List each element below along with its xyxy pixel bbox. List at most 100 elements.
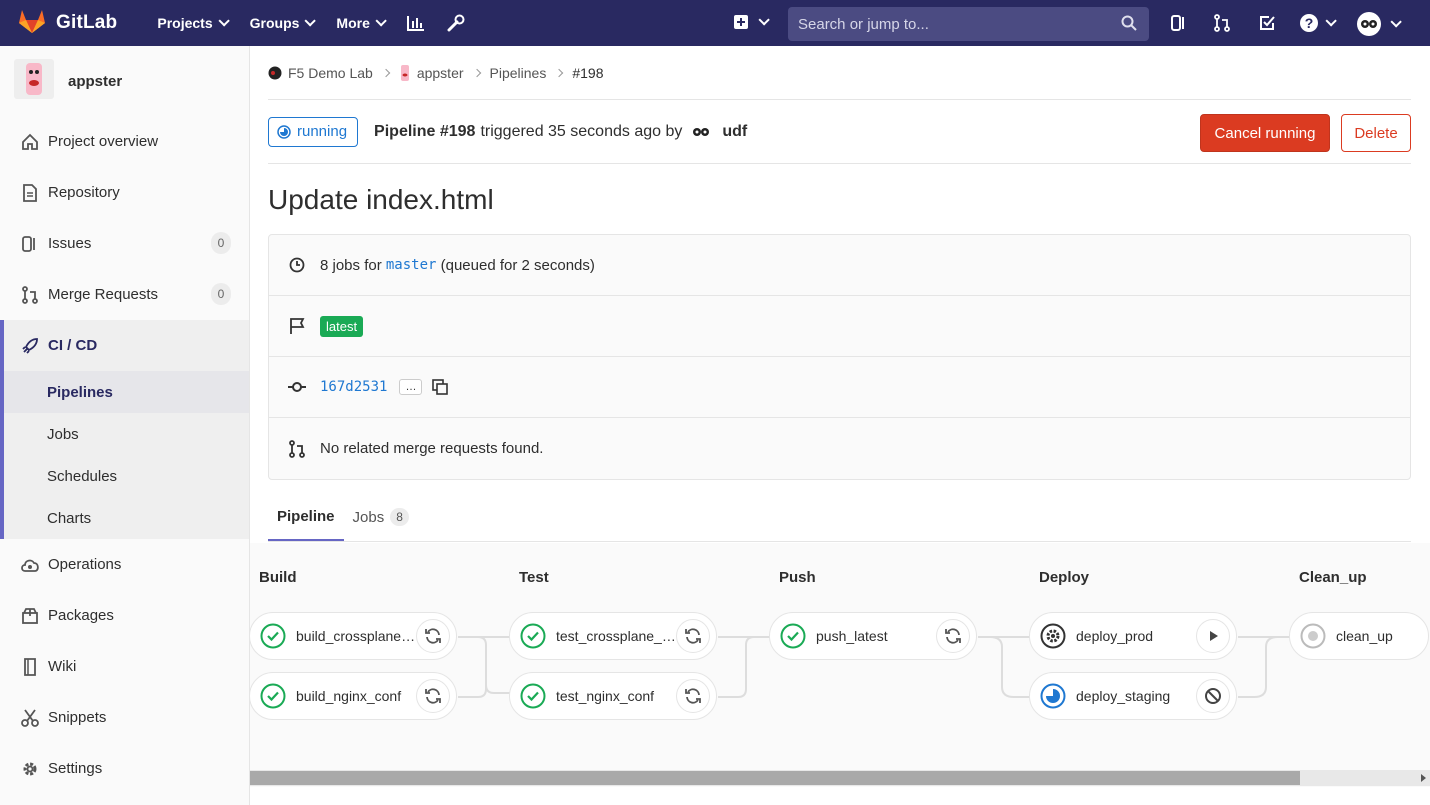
job-push_latest[interactable]: push_latest bbox=[769, 612, 977, 660]
nav-more[interactable]: More bbox=[336, 14, 387, 32]
sidebar-subitem-pipelines[interactable]: Pipelines bbox=[4, 371, 249, 413]
merge-request-icon bbox=[287, 439, 307, 458]
job-name: build_crossplane_conf bbox=[296, 628, 418, 644]
sidebar-item-cicd[interactable]: CI / CD bbox=[4, 320, 249, 371]
status-running-icon bbox=[277, 124, 291, 139]
new-item-dropdown[interactable] bbox=[733, 14, 770, 30]
connector-deploy-cleanup bbox=[1238, 636, 1290, 698]
project-header[interactable]: appster bbox=[0, 46, 249, 116]
merge-request-nav-icon[interactable] bbox=[1213, 14, 1231, 32]
wrench-icon[interactable] bbox=[447, 14, 465, 32]
project-avatar bbox=[14, 59, 54, 103]
sidebar-item-wiki[interactable]: Wiki bbox=[0, 641, 249, 692]
tab-jobs[interactable]: Jobs 8 bbox=[344, 493, 418, 541]
user-menu[interactable] bbox=[1356, 11, 1402, 37]
project-sidebar: appster Project overview Repository Issu… bbox=[0, 46, 250, 805]
help-dropdown[interactable]: ? bbox=[1299, 13, 1337, 33]
tab-pipeline[interactable]: Pipeline bbox=[268, 493, 344, 541]
breadcrumb-pipeline-id[interactable]: #198 bbox=[572, 65, 603, 81]
breadcrumb-project[interactable]: appster bbox=[399, 64, 464, 81]
job-test_nginx_conf[interactable]: test_nginx_conf bbox=[509, 672, 717, 720]
delete-button[interactable]: Delete bbox=[1341, 114, 1411, 152]
job-test_crossplane_nginx[interactable]: test_crossplane_nginx bbox=[509, 612, 717, 660]
breadcrumb-group-label: F5 Demo Lab bbox=[288, 64, 373, 81]
tab-pipeline-label: Pipeline bbox=[277, 507, 335, 525]
sidebar-item-issues[interactable]: Issues 0 bbox=[0, 218, 249, 269]
sidebar-item-operations[interactable]: Operations bbox=[0, 539, 249, 590]
search-box[interactable] bbox=[788, 7, 1149, 41]
connector-push-deploy bbox=[978, 636, 1030, 698]
commit-icon bbox=[287, 381, 307, 393]
job-name: deploy_prod bbox=[1076, 628, 1154, 644]
status-created-icon bbox=[1300, 623, 1326, 649]
stage-connectors bbox=[458, 636, 1290, 698]
status-running-icon bbox=[1040, 683, 1066, 709]
pipeline-user-link[interactable]: udf bbox=[722, 123, 747, 141]
package-icon bbox=[20, 607, 40, 625]
branch-link[interactable]: master bbox=[386, 257, 437, 273]
commit-message-toggle[interactable]: … bbox=[399, 379, 423, 395]
breadcrumb-group[interactable]: F5 Demo Lab bbox=[268, 65, 373, 81]
breadcrumb-pipelines[interactable]: Pipelines bbox=[490, 65, 547, 81]
todo-checkbox-icon[interactable] bbox=[1258, 14, 1276, 32]
breadcrumb-project-label: appster bbox=[416, 64, 464, 81]
cancel-running-button[interactable]: Cancel running bbox=[1200, 114, 1330, 152]
stage-title: Build bbox=[259, 569, 297, 586]
sidebar-item-label: CI / CD bbox=[48, 337, 98, 354]
copy-icon[interactable] bbox=[432, 379, 449, 395]
job-deploy_staging[interactable]: deploy_staging bbox=[1029, 672, 1237, 720]
chevron-right-icon bbox=[472, 68, 481, 77]
sidebar-subitem-jobs[interactable]: Jobs bbox=[4, 413, 249, 455]
search-input[interactable] bbox=[798, 15, 1108, 33]
sidebar-section-cicd: CI / CD Pipelines Jobs Schedules Charts bbox=[0, 320, 249, 539]
retry-icon[interactable] bbox=[416, 679, 450, 713]
sidebar-item-merge-requests[interactable]: Merge Requests 0 bbox=[0, 269, 249, 320]
job-build_nginx_conf[interactable]: build_nginx_conf bbox=[250, 672, 457, 720]
nav-projects[interactable]: Projects bbox=[157, 14, 230, 32]
activity-chart-icon[interactable] bbox=[406, 14, 425, 32]
job-build_crossplane_conf[interactable]: build_crossplane_conf bbox=[250, 612, 457, 660]
retry-icon[interactable] bbox=[416, 619, 450, 653]
stage-title: Clean_up bbox=[1299, 569, 1367, 586]
scissors-icon bbox=[20, 708, 40, 727]
sidebar-item-snippets[interactable]: Snippets bbox=[0, 692, 249, 743]
commit-sha-link[interactable]: 167d2531 bbox=[320, 379, 387, 395]
gitlab-brand[interactable]: GitLab bbox=[18, 8, 117, 38]
play-icon[interactable] bbox=[1196, 619, 1230, 653]
retry-icon[interactable] bbox=[676, 679, 710, 713]
job-clean_up[interactable]: clean_up bbox=[1289, 612, 1429, 660]
scrollbar-thumb[interactable] bbox=[250, 771, 1300, 785]
page-title: Update index.html bbox=[268, 184, 494, 215]
sidebar-item-repository[interactable]: Repository bbox=[0, 167, 249, 218]
sidebar-subitem-schedules[interactable]: Schedules bbox=[4, 455, 249, 497]
retry-icon[interactable] bbox=[676, 619, 710, 653]
nav-groups[interactable]: Groups bbox=[250, 14, 317, 32]
retry-icon[interactable] bbox=[936, 619, 970, 653]
chevron-down-icon bbox=[758, 14, 770, 26]
rocket-icon bbox=[20, 337, 40, 355]
top-navbar: GitLab Projects Groups More ? bbox=[0, 0, 1430, 46]
scroll-right-arrow-icon[interactable] bbox=[1421, 774, 1426, 782]
cloud-gear-icon bbox=[20, 557, 40, 573]
sidebar-item-label: Operations bbox=[48, 556, 122, 573]
horizontal-scrollbar[interactable] bbox=[250, 770, 1430, 786]
stage-title: Deploy bbox=[1039, 569, 1090, 586]
search-icon[interactable] bbox=[1121, 15, 1137, 35]
job-deploy_prod[interactable]: deploy_prod bbox=[1029, 612, 1237, 660]
book-icon bbox=[20, 657, 40, 676]
status-badge[interactable]: running bbox=[268, 116, 359, 147]
sidebar-item-packages[interactable]: Packages bbox=[0, 590, 249, 641]
home-icon bbox=[20, 133, 40, 151]
issues-nav-icon[interactable] bbox=[1170, 14, 1188, 32]
clock-icon bbox=[287, 257, 307, 273]
sidebar-item-project-overview[interactable]: Project overview bbox=[0, 116, 249, 167]
latest-badge: latest bbox=[320, 315, 364, 337]
cancel-icon[interactable] bbox=[1196, 679, 1230, 713]
job-name: test_crossplane_nginx bbox=[556, 628, 678, 644]
stage-title: Push bbox=[779, 569, 816, 586]
sidebar-item-settings[interactable]: Settings bbox=[0, 743, 249, 794]
status-success-icon bbox=[520, 623, 546, 649]
job-name: push_latest bbox=[816, 628, 888, 644]
sidebar-item-label: Issues bbox=[48, 235, 92, 252]
sidebar-subitem-charts[interactable]: Charts bbox=[4, 497, 249, 539]
